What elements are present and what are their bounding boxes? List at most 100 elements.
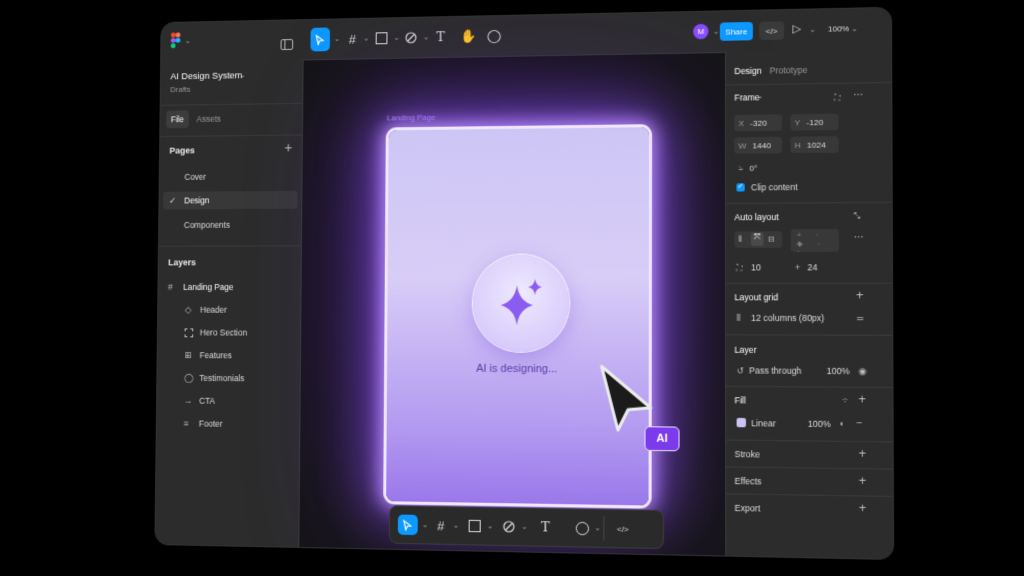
avatar[interactable]: M xyxy=(693,24,708,40)
chevron-down-icon[interactable]: ⌄ xyxy=(487,521,494,530)
chevron-down-icon[interactable]: ⌄ xyxy=(363,34,370,43)
layers-title: Layers xyxy=(168,257,196,267)
w-field[interactable]: W 1440 xyxy=(734,137,782,154)
tab-assets[interactable]: Assets xyxy=(196,114,220,124)
sidebar-toggle-icon[interactable] xyxy=(281,39,294,50)
move-tool-button[interactable] xyxy=(310,27,330,51)
chevron-down-icon[interactable]: ⌄ xyxy=(422,520,429,529)
rectangle-tool-button[interactable] xyxy=(373,26,391,50)
dev-mode-button[interactable]: </> xyxy=(759,21,784,40)
add-icon[interactable]: + xyxy=(856,290,863,300)
more-icon[interactable]: ⋯ xyxy=(853,91,864,101)
tab-design[interactable]: Design xyxy=(734,66,761,77)
chevron-down-icon[interactable]: ⌄ xyxy=(334,34,341,43)
alignment-box[interactable]: + · · ✚ · · xyxy=(791,229,839,252)
page-item-cover[interactable]: Cover xyxy=(184,172,206,182)
properties-panel: Design Prototype Frame ⌄ ⛶ ⋯ X -320 Y -1… xyxy=(725,49,893,559)
sparkle-icon xyxy=(491,273,552,334)
tab-prototype[interactable]: Prototype xyxy=(770,65,808,76)
add-effect-icon[interactable]: + xyxy=(859,475,866,486)
fill-opacity[interactable]: 100% xyxy=(808,419,831,430)
layout-grid-value[interactable]: 12 columns (80px) xyxy=(751,313,824,323)
frame-dropdown[interactable]: Frame xyxy=(734,92,759,103)
tab-file[interactable]: File xyxy=(166,110,189,128)
layer-row[interactable]: Hero Section xyxy=(158,324,300,340)
chevron-down-icon[interactable]: ⌄ xyxy=(851,24,858,33)
text-tool-button[interactable]: T xyxy=(536,517,554,538)
page-item-components[interactable]: Components xyxy=(184,220,230,230)
add-page-icon[interactable]: + xyxy=(284,142,292,152)
chevron-down-icon[interactable]: ⌄ xyxy=(594,523,601,532)
fill-title: Fill xyxy=(734,395,745,405)
canvas[interactable]: Landing Page AI is designing... AI xyxy=(299,53,725,556)
chevron-down-icon[interactable]: ⌄ xyxy=(713,27,720,36)
page-item-design[interactable]: ✓ Design xyxy=(163,191,297,210)
layer-row[interactable]: → CTA xyxy=(157,392,300,409)
hand-tool-button[interactable]: ✋ xyxy=(459,24,477,48)
chevron-down-icon[interactable]: ⌄ xyxy=(453,521,460,530)
vertical-direction-icon[interactable]: ⫴ xyxy=(739,235,743,245)
grid-settings-icon[interactable]: ⚌ xyxy=(856,313,864,323)
layer-row[interactable]: ≡ Footer xyxy=(157,415,300,432)
ellipse-tool-button[interactable] xyxy=(573,518,591,539)
file-name[interactable]: AI Design System xyxy=(170,70,242,82)
styles-icon[interactable]: ⁘ xyxy=(841,396,848,406)
rotation-field[interactable]: ⦣ 0° xyxy=(734,159,782,176)
share-button[interactable]: Share xyxy=(720,22,753,41)
landing-page-frame[interactable]: AI is designing... xyxy=(386,127,649,505)
move-tool-button[interactable] xyxy=(398,515,418,536)
add-fill-icon[interactable]: + xyxy=(858,394,865,404)
visibility-icon[interactable]: ◐ xyxy=(839,419,844,429)
chevron-down-icon[interactable]: ⌄ xyxy=(521,522,528,531)
direction-toggle[interactable]: ⫴ ⤧ ⊟ xyxy=(734,231,782,248)
frame-tool-button[interactable]: # xyxy=(432,515,450,536)
layer-row[interactable]: ◇ Header xyxy=(158,302,300,318)
rotation-value: 0° xyxy=(750,163,758,172)
padding-icon: + xyxy=(795,262,801,272)
x-field[interactable]: X -320 xyxy=(734,114,782,131)
remove-fill-icon[interactable]: − xyxy=(856,419,862,429)
file-name-chevron-icon[interactable]: ⌄ xyxy=(240,71,246,81)
frame-tool-button[interactable]: # xyxy=(343,27,361,51)
stage: ⌄ AI Design System ⌄ Drafts File Assets … xyxy=(0,0,1024,576)
dev-mode-button[interactable]: </> xyxy=(612,518,635,539)
add-export-icon[interactable]: + xyxy=(859,503,866,514)
rectangle-tool-button[interactable] xyxy=(466,516,484,537)
frame-label[interactable]: Landing Page xyxy=(387,113,436,123)
pen-tool-button[interactable] xyxy=(402,26,420,50)
eye-icon[interactable]: ◉ xyxy=(858,366,866,376)
chevron-down-icon[interactable]: ⌄ xyxy=(185,37,191,47)
layout-grid-title: Layout grid xyxy=(734,292,778,302)
gap-value[interactable]: 10 xyxy=(751,262,761,272)
layer-label: Hero Section xyxy=(200,327,247,337)
columns-icon: ⦀ xyxy=(737,313,741,323)
chevron-down-icon[interactable]: ⌄ xyxy=(757,92,763,102)
pen-tool-button[interactable] xyxy=(500,516,518,537)
figma-logo[interactable] xyxy=(171,32,181,48)
layer-opacity[interactable]: 100% xyxy=(827,366,850,377)
padding-value[interactable]: 24 xyxy=(807,262,817,272)
layer-row[interactable]: ◯ Testimonials xyxy=(157,370,300,387)
layer-row-landing-page[interactable]: # Landing Page xyxy=(158,279,300,295)
layer-row[interactable]: ⊞ Features xyxy=(158,347,301,364)
clip-content-checkbox[interactable]: ✓ xyxy=(736,183,744,191)
present-button[interactable]: ▷ xyxy=(792,22,801,35)
text-tool-button[interactable]: T xyxy=(432,25,450,49)
chevron-down-icon[interactable]: ⌄ xyxy=(393,33,400,42)
fill-type[interactable]: Linear xyxy=(751,418,776,429)
resize-icon[interactable]: ⛶ xyxy=(834,93,840,103)
h-field[interactable]: H 1024 xyxy=(790,136,838,153)
y-field[interactable]: Y -120 xyxy=(790,114,838,131)
add-stroke-icon[interactable]: + xyxy=(859,448,866,459)
chevron-down-icon[interactable]: ⌄ xyxy=(809,25,816,34)
fill-swatch[interactable] xyxy=(737,418,746,427)
gap-icon: ⛶ xyxy=(736,263,742,273)
horizontal-direction-icon[interactable]: ⤧ xyxy=(751,232,764,245)
zoom-level[interactable]: 100% xyxy=(828,24,849,34)
chevron-down-icon[interactable]: ⌄ xyxy=(423,32,430,41)
collapse-icon[interactable]: ⤡ xyxy=(854,211,861,221)
blend-mode[interactable]: Pass through xyxy=(749,365,801,376)
more-icon[interactable]: ⋯ xyxy=(854,233,865,243)
wrap-icon[interactable]: ⊟ xyxy=(768,234,775,243)
comment-tool-button[interactable]: ◯ xyxy=(485,24,503,48)
